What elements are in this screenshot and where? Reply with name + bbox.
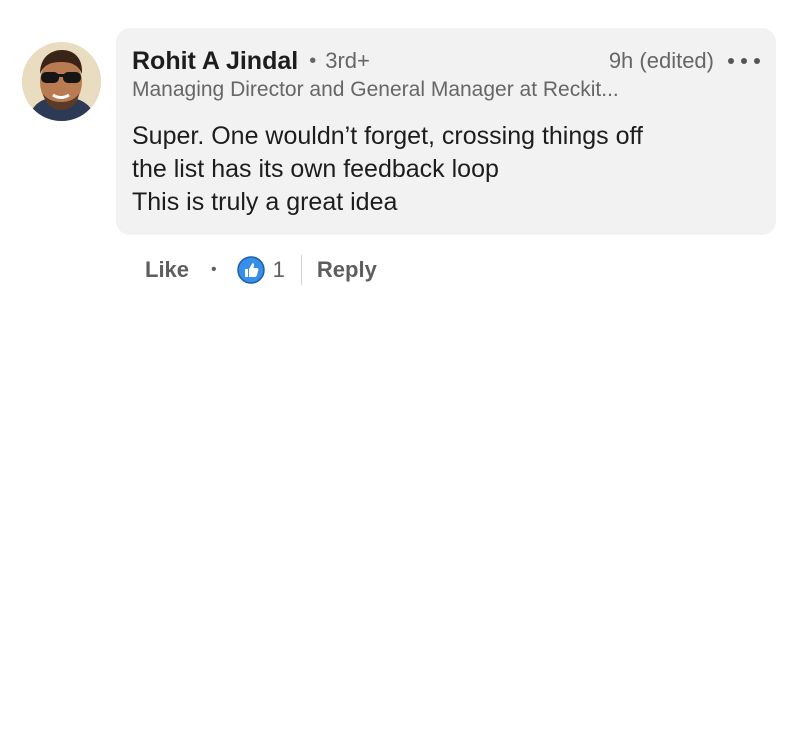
separator-dot: •	[309, 49, 317, 72]
comment-body: Super. One wouldn’t forget, crossing thi…	[132, 120, 643, 219]
reaction-count[interactable]: 1	[273, 257, 285, 283]
author-headline: Managing Director and General Manager at…	[132, 78, 619, 101]
comment-bubble: Rohit A Jindal • 3rd+ 9h (edited) Managi…	[116, 28, 776, 235]
avatar[interactable]	[22, 42, 101, 121]
comment-line: Super. One wouldn’t forget, crossing thi…	[132, 122, 643, 150]
avatar-image	[22, 42, 101, 121]
thumbs-up-reaction-icon[interactable]	[236, 256, 265, 284]
comment-actions: Like • 1 Reply	[145, 252, 377, 288]
comment-timestamp: 9h (edited)	[608, 48, 714, 73]
separator-dot: •	[211, 261, 217, 278]
author-row: Rohit A Jindal • 3rd+ 9h (edited)	[132, 44, 760, 78]
comment-line: This is truly a great idea	[132, 188, 398, 216]
more-options-icon[interactable]	[728, 49, 760, 73]
comment-line: the list has its own feedback loop	[132, 155, 499, 183]
action-divider	[300, 255, 302, 285]
reply-button[interactable]: Reply	[317, 257, 377, 283]
author-name[interactable]: Rohit A Jindal	[132, 47, 298, 76]
comment-item: Rohit A Jindal • 3rd+ 9h (edited) Managi…	[0, 0, 800, 749]
like-button[interactable]: Like	[145, 257, 189, 283]
connection-degree: 3rd+	[325, 48, 370, 73]
